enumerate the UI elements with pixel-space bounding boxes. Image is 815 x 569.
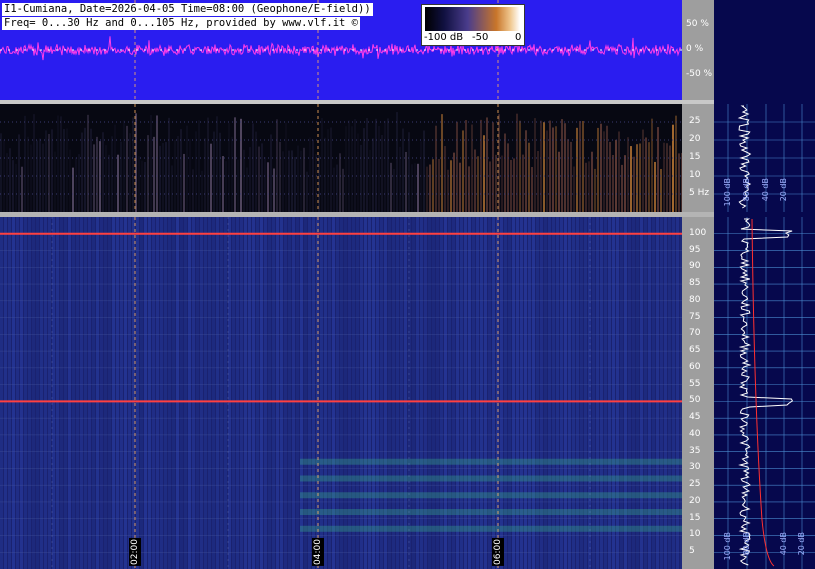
spectrogram-high-ytick-label: 70 — [689, 328, 701, 339]
profile-high-xtick-label: 80 dB — [742, 532, 751, 556]
profile-high-xtick-label: 40 dB — [779, 532, 788, 556]
time-tick-label: 04:00 — [312, 538, 324, 566]
spectrogram-high-ytick-label: 10 — [689, 529, 701, 540]
profile-high-xtick-label: 100 dB — [723, 532, 732, 561]
spectrogram-high-ytick-label: 95 — [689, 244, 701, 255]
spectrogram-high-ytick-label: 60 — [689, 361, 701, 372]
spectrogram-high-ytick-label: 15 — [689, 512, 701, 523]
spectrogram-low-ytick-label: 10 — [689, 170, 701, 180]
spectrogram-high-ytick-label: 65 — [689, 345, 701, 356]
spectrogram-high-ytick-label: 5 — [689, 546, 695, 557]
profile-low-xtick-label: 100 dB — [723, 178, 732, 207]
spectrogram-high-ytick-label: 100 — [689, 227, 707, 238]
spectrogram-high-ytick-label: 55 — [689, 378, 701, 389]
spectrogram-high-ytick-label: 75 — [689, 311, 701, 322]
spectrogram-high-ytick-label: 50 — [689, 395, 701, 406]
spectrogram-high-ytick-label: 20 — [689, 495, 701, 506]
spectrogram-high-ytick-label: 85 — [689, 278, 701, 289]
profile-high-xtick-label: 20 dB — [797, 532, 806, 556]
spectrogram-high-ytick-label: 80 — [689, 294, 701, 305]
profile-low-xtick-label: 40 dB — [761, 178, 770, 202]
spectrogram-low-ytick-label: 20 — [689, 134, 701, 144]
profile-low-xtick-label: 80 dB — [742, 178, 751, 202]
vlf-spectrogram-screen: I1-Cumiana, Date=2026-04-05 Time=08:00 (… — [0, 0, 815, 569]
profile-low-xtick-label: 20 dB — [779, 178, 788, 202]
spectrogram-high-ytick-label: 35 — [689, 445, 701, 456]
spectrogram-low-ytick-label: 25 — [689, 116, 701, 126]
spectrogram-low-ytick-label: 5 Hz — [689, 188, 710, 198]
spectrogram-high-ytick-label: 40 — [689, 428, 701, 439]
time-tick-label: 06:00 — [492, 538, 504, 566]
waveform-ytick-label: 0 % — [686, 44, 704, 54]
spectrogram-high-ytick-label: 90 — [689, 261, 701, 272]
axis-labels: 50 % 0 % -50 % 25 20 15 10 5 Hz 100 95 90 85 80 75 70 6… — [0, 0, 815, 569]
waveform-ytick-label: -50 % — [686, 69, 713, 79]
spectrogram-low-ytick-label: 15 — [689, 152, 701, 162]
time-tick-label: 02:00 — [129, 538, 141, 566]
spectrogram-high-ytick-label: 45 — [689, 412, 701, 423]
spectrogram-high-ytick-label: 25 — [689, 479, 701, 490]
spectrogram-high-ytick-label: 30 — [689, 462, 701, 473]
waveform-ytick-label: 50 % — [686, 19, 709, 29]
